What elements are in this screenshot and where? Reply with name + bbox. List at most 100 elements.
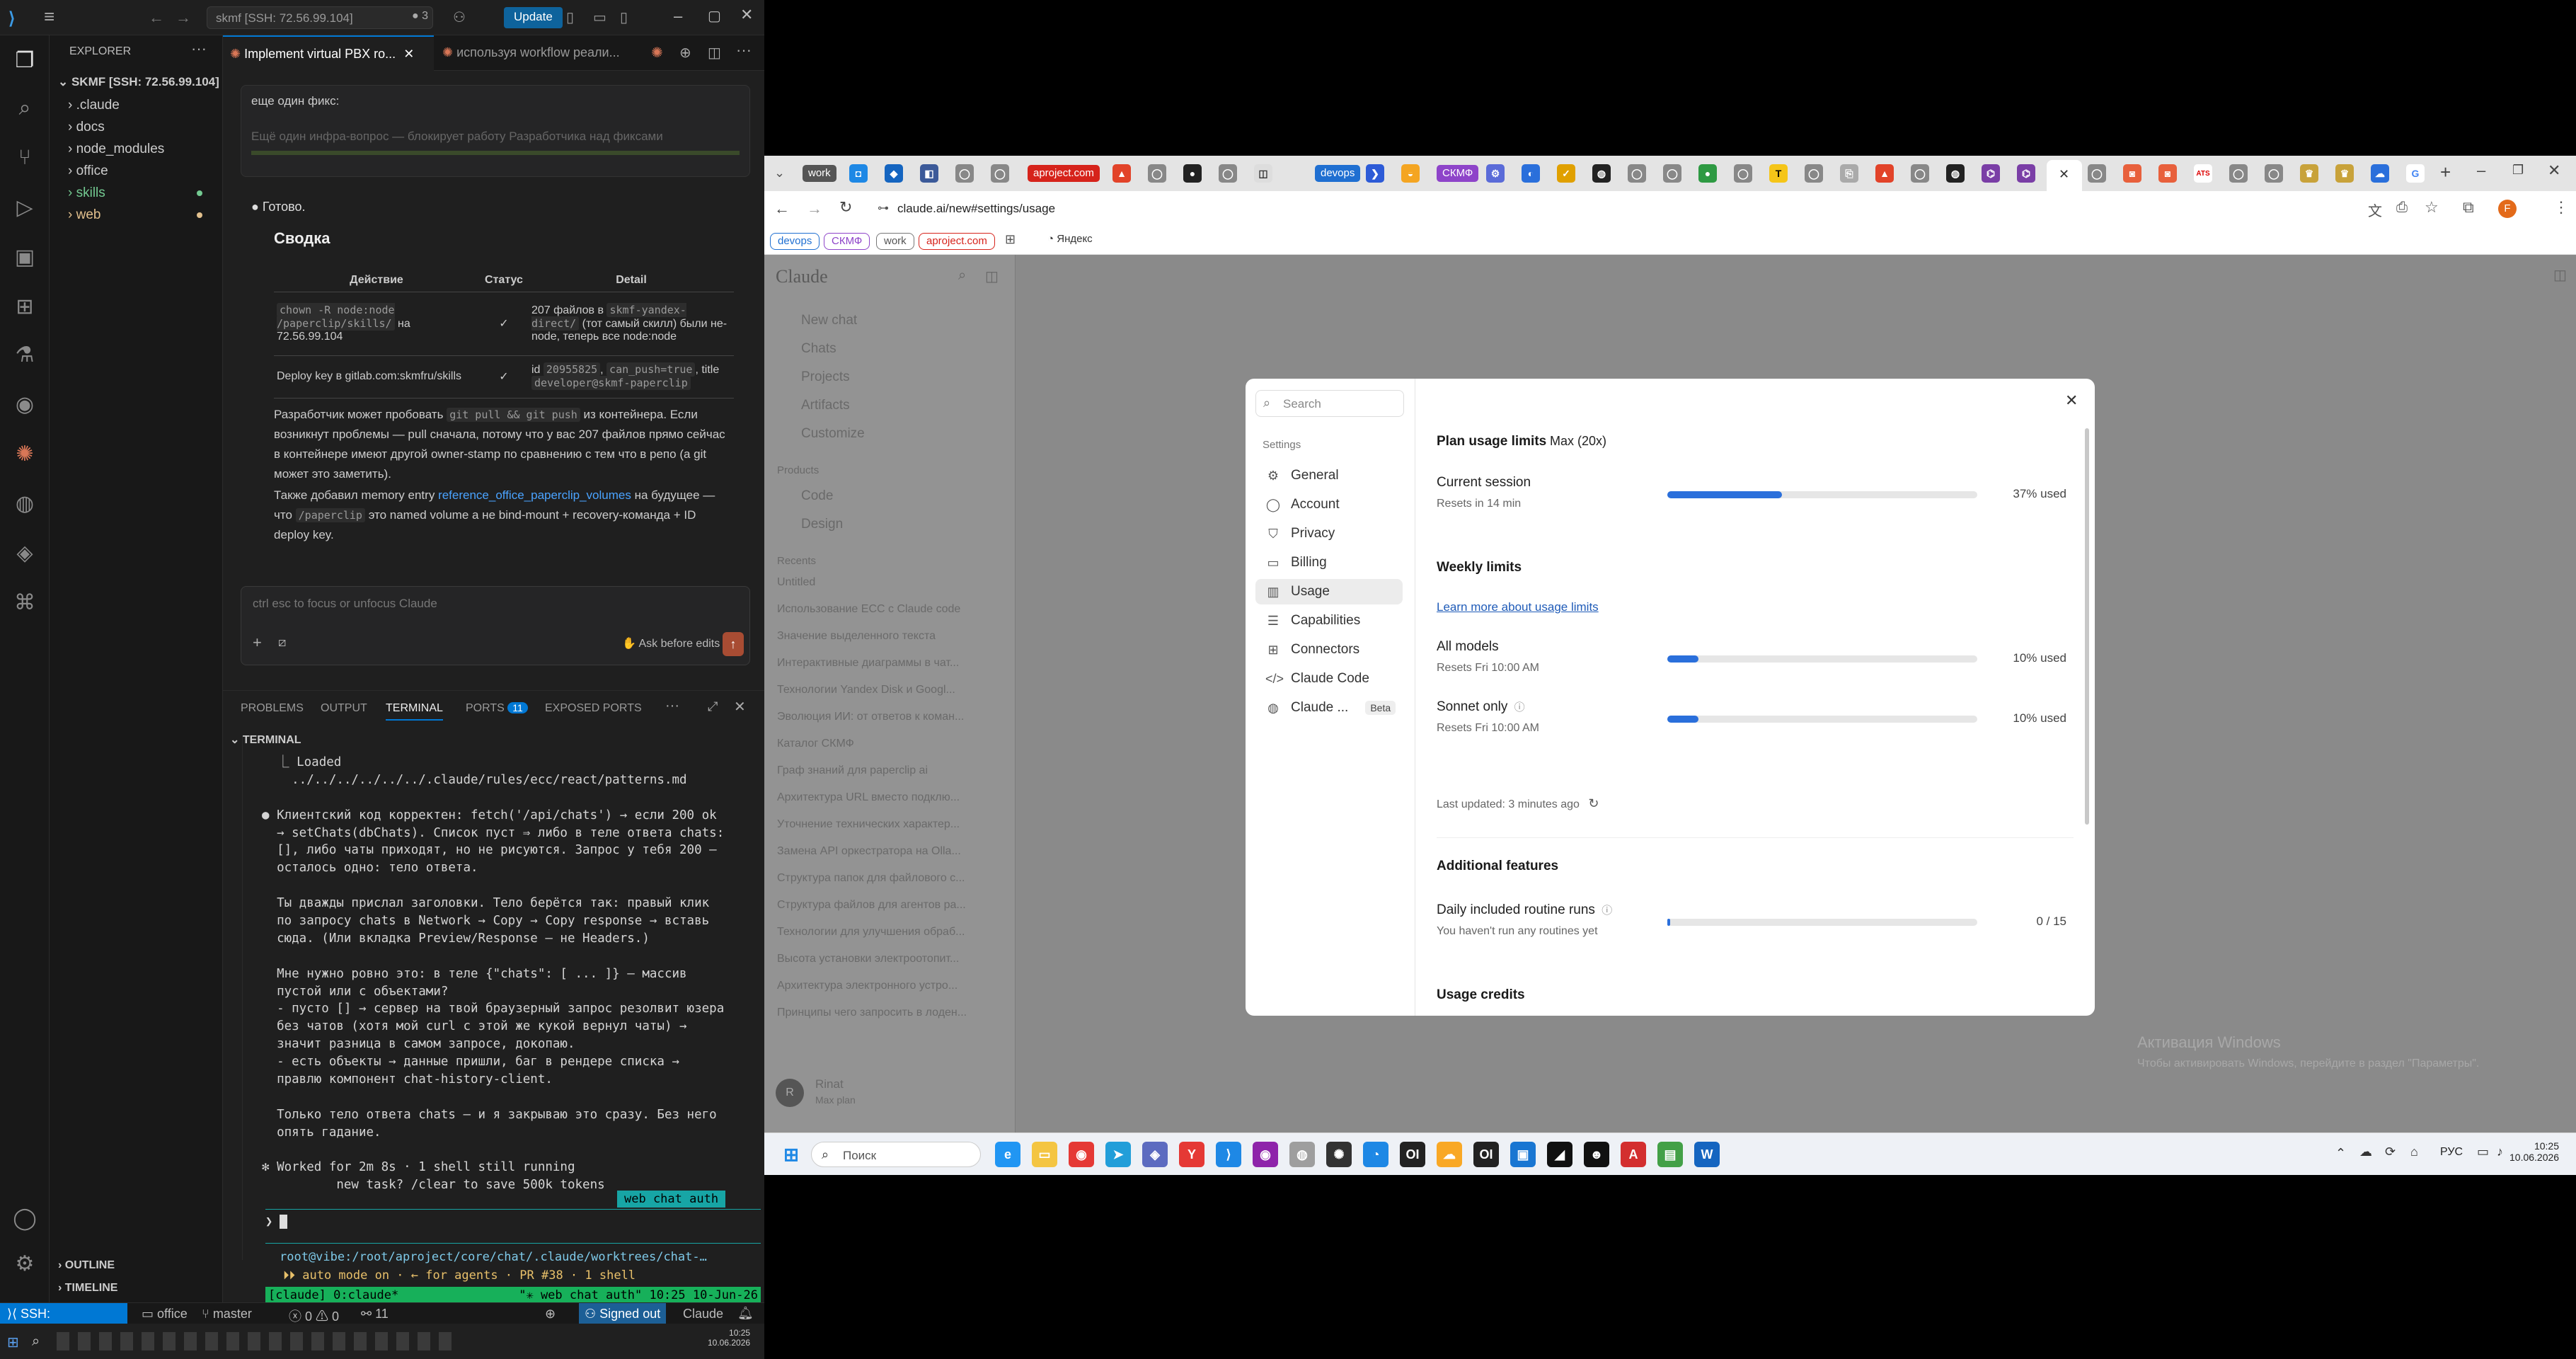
tab-favicon[interactable]: ◯ [2088,164,2106,183]
signed-out-status[interactable]: ⚇ Signed out [579,1303,667,1324]
start-icon[interactable]: ⊞ [7,1334,19,1351]
run-debug-icon[interactable]: ▷ [10,193,40,222]
translate-icon[interactable]: 文 [2368,200,2382,220]
tree-item-node-modules[interactable]: › node_modules [68,138,164,160]
recent-chat-item[interactable]: Технологии для улучшения обраб... [777,926,965,939]
terminal-prompt[interactable]: ❯ _ [265,1215,287,1229]
tray-app-icon[interactable]: ⌂ [2410,1145,2418,1159]
slash-command-icon[interactable]: ⧄ [278,635,286,650]
tab-favicon[interactable]: ATS [2194,164,2212,183]
tab-favicon[interactable]: ♛ [2300,164,2318,183]
app-icon[interactable]: ☻ [1584,1142,1609,1167]
windows-start-icon[interactable]: ⊞ [778,1142,804,1167]
maximize-panel-icon[interactable]: ⤢ [708,699,718,714]
tab-implement-pbx[interactable]: ✺ Implement virtual PBX ro... ✕ [223,35,434,71]
tab-favicon[interactable]: ◯ [1663,164,1681,183]
recent-chat-item[interactable]: Принципы чего запросить в лоден... [777,1007,967,1019]
search-icon[interactable]: ⌕ [10,93,40,123]
tree-item-office[interactable]: › office [68,160,108,182]
page-corner-icon[interactable]: ◫ [2553,266,2567,284]
file-explorer-icon[interactable]: ▭ [1032,1142,1057,1167]
app-icon[interactable]: ▣ [1510,1142,1536,1167]
problems-status[interactable]: ⓧ 0 ⚠ 0 [289,1307,339,1325]
workspace-root[interactable]: ⌄ SKMF [SSH: 72.56.99.104] [58,71,219,93]
nav-capabilities[interactable]: ☰ Capabilities [1255,608,1403,633]
app-icon[interactable]: ◉ [1253,1142,1278,1167]
acrobat-icon[interactable]: A [1621,1142,1646,1167]
explorer-icon[interactable]: ❐ [10,45,40,75]
claude-icon[interactable]: ✺ [10,439,40,469]
tab-favicon[interactable]: ✓ [1557,164,1575,183]
containers-icon[interactable]: ◈ [10,538,40,568]
bookmark-skmf[interactable]: СКМФ [824,233,870,250]
github-icon[interactable]: ◍ [1946,164,1965,183]
nav-chats[interactable]: Chats [801,341,836,357]
tree-item-web[interactable]: › web [68,204,100,226]
close-icon[interactable]: ✕ [740,6,753,24]
outline-section[interactable]: › OUTLINE [58,1254,115,1276]
tab-favicon[interactable]: ⌬ [1982,164,2000,183]
tab-terminal[interactable]: TERMINAL [386,702,443,721]
active-tab[interactable]: ✕ [2047,160,2082,191]
copilot-icon[interactable]: ⚇ [453,8,466,26]
tab-exposed-ports[interactable]: EXPOSED PORTS [545,702,642,715]
language-indicator[interactable]: РУС [2440,1146,2463,1159]
github-icon[interactable]: ◍ [10,488,40,518]
attachment-icon[interactable]: ⎘ [1840,164,1858,183]
chatgpt-icon[interactable]: ✺ [1326,1142,1352,1167]
bookmark-aproject[interactable]: aproject.com [919,233,995,250]
github-icon[interactable]: ◍ [1592,164,1611,183]
command-center-search[interactable]: skmf [SSH: 72.56.99.104] [207,6,433,29]
tab-close-icon[interactable]: ✕ [403,47,414,61]
extensions-icon[interactable]: ⧉ [2463,198,2474,217]
claude-action-icon[interactable]: ✺ [651,44,663,62]
info-icon[interactable]: ⓘ [1602,905,1612,917]
tab-workflow[interactable]: ✺ используя workflow реали... [435,35,640,71]
apps-grid-icon[interactable]: ⊞ [1005,232,1016,247]
tab-favicon[interactable]: ◙ [2158,164,2177,183]
split-editor-icon[interactable]: ◫ [708,44,721,62]
nav-claude-browser[interactable]: ◍ Claude ... Beta [1255,695,1403,721]
nav-code[interactable]: Code [801,488,833,504]
nav-claude-code[interactable]: </> Claude Code [1255,666,1403,692]
folder-status[interactable]: ▭ office [142,1307,188,1321]
nav-design[interactable]: Design [801,517,843,532]
account-icon[interactable]: ◯ [10,1203,40,1233]
source-control-icon[interactable]: ⑂ [10,143,40,173]
taskbar-clock[interactable]: 10:25 10.06.2026 [2509,1140,2559,1163]
tab-close-icon[interactable]: ✕ [2059,167,2069,182]
recent-chat-item[interactable]: Технологии Yandex Disk и Googl... [777,684,955,696]
branch-status[interactable]: ⑂ master [202,1307,252,1321]
taskbar-search-box[interactable]: ⌕ Поиск [811,1142,981,1167]
testing-icon[interactable]: ⚗ [10,340,40,369]
chat-icon[interactable]: ◉ [10,389,40,419]
tab-favicon[interactable]: ◫ [1254,164,1272,183]
url-field[interactable]: ⊶ claude.ai/new#settings/usage [870,196,2427,222]
nav-customize[interactable]: Customize [801,426,865,442]
terminal-output[interactable]: ⎿ Loaded ../../../../../../.claude/rules… [262,754,761,1194]
bookmark-star-icon[interactable]: ☆ [2425,198,2439,217]
profile-avatar[interactable]: F [2498,200,2517,218]
info-icon[interactable]: ⓘ [1514,701,1525,713]
tab-search-icon[interactable]: ⌄ [774,166,785,180]
tray-chevron-icon[interactable]: ⌃ [2335,1146,2346,1161]
tab-favicon[interactable]: ◒ [1401,164,1420,183]
tab-favicon[interactable]: ♛ [2335,164,2354,183]
update-button[interactable]: Update [504,7,563,28]
recent-chat-item[interactable]: Высота установки электроотопит... [777,953,959,965]
new-tab-icon[interactable]: + [2440,161,2451,183]
tree-item-docs[interactable]: › docs [68,116,105,138]
tab-ports[interactable]: PORTS 11 [466,702,528,715]
zoom-icon[interactable]: ⊕ [545,1307,556,1321]
tree-item-claude[interactable]: › .claude [68,94,120,116]
word-icon[interactable]: W [1694,1142,1720,1167]
memory-link[interactable]: reference_office_paperclip_volumes [438,488,631,502]
tab-favicon[interactable]: ◘ [849,164,868,183]
timeline-section[interactable]: › TIMELINE [58,1277,117,1299]
new-session-icon[interactable]: ⊕ [679,44,691,62]
claude-status[interactable]: Claude [683,1307,723,1321]
learn-more-link[interactable]: Learn more about usage limits [1437,600,1599,614]
nav-connectors[interactable]: ⊞ Connectors [1255,637,1403,663]
recent-chat-item[interactable]: Значение выделенного текста [777,630,936,643]
send-button[interactable]: ↑ [723,632,744,656]
